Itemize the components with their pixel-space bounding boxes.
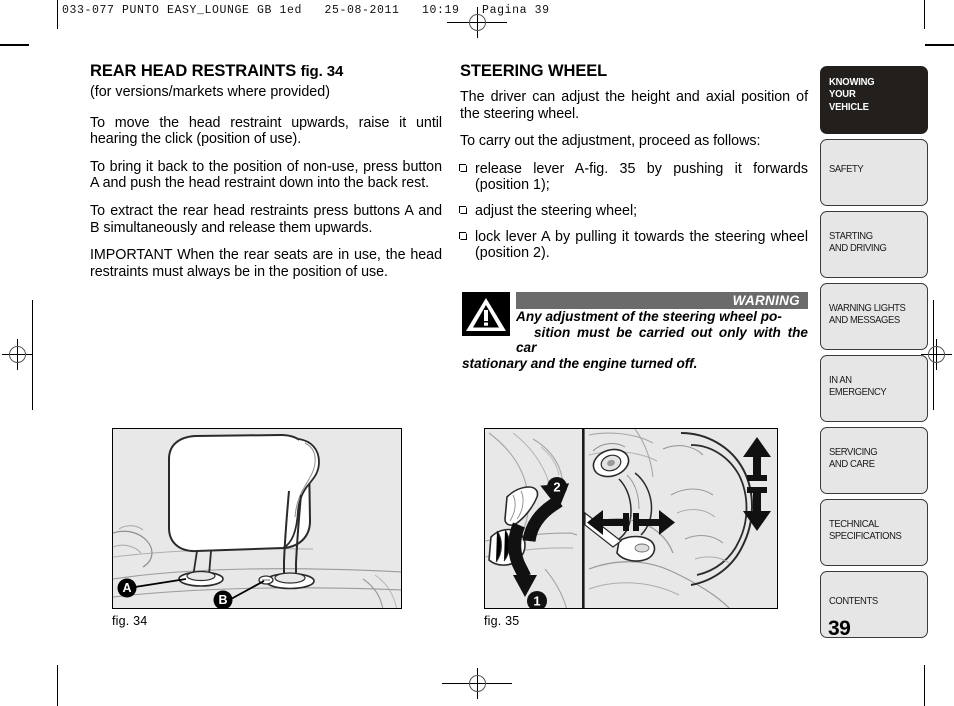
- rear-head-restraints-subtitle: (for versions/markets where provided): [90, 84, 330, 100]
- figure-35-caption: fig. 35: [484, 614, 520, 628]
- paragraph-driver-adjust: The driver can adjust the height and axi…: [460, 89, 808, 122]
- sidebar-item-knowing-your-vehicle[interactable]: KNOWING YOUR VEHICLE: [820, 66, 928, 134]
- warning-callout: WARNING Any adjustment of the steering w…: [462, 292, 808, 371]
- right-text-column: STEERING WHEEL The driver can adjust the…: [459, 62, 808, 271]
- rear-head-restraints-heading: REAR HEAD RESTRAINTS fig. 34: [90, 62, 442, 81]
- crop-mark-top-left-vertical: [57, 0, 59, 29]
- sidebar-item-label: CONTENTS: [829, 595, 878, 607]
- sidebar-item-technical-specifications[interactable]: TECHNICAL SPECIFICATIONS: [820, 499, 928, 566]
- list-item: lock lever A by pulling it towards the s…: [459, 228, 808, 262]
- sidebar-item-label: IN AN EMERGENCY: [829, 374, 887, 399]
- svg-text:B: B: [218, 593, 227, 607]
- paragraph-extract: To extract the rear head restraints pres…: [90, 202, 442, 236]
- figure-35: 2 1 fig. 35: [484, 428, 778, 628]
- warning-header-label: WARNING: [732, 293, 800, 308]
- sidebar-item-label: STARTING AND DRIVING: [829, 230, 887, 255]
- sidebar-item-warning-lights-and-messages[interactable]: WARNING LIGHTS AND MESSAGES: [820, 283, 928, 350]
- sidebar-item-safety[interactable]: SAFETY: [820, 139, 928, 206]
- list-item: adjust the steering wheel;: [459, 202, 808, 220]
- figure-35-image: 2 1: [484, 428, 778, 609]
- list-item: release lever A-fig. 35 by pushing it fo…: [459, 160, 808, 194]
- warning-header-bar: WARNING: [516, 292, 808, 309]
- heading-figure-reference: fig. 34: [300, 63, 344, 80]
- sidebar-item-starting-and-driving[interactable]: STARTING AND DRIVING: [820, 211, 928, 278]
- warning-text-line-3: stationary and the engine turned off.: [462, 355, 698, 371]
- heading-text: REAR HEAD RESTRAINTS: [90, 62, 297, 80]
- steering-adjustment-steps: release lever A-fig. 35 by pushing it fo…: [459, 160, 808, 262]
- page-number: 39: [828, 617, 851, 640]
- svg-text:2: 2: [553, 480, 560, 495]
- registration-mark-bottom: [442, 668, 512, 699]
- crop-mark-top-right-horizontal: [925, 44, 954, 46]
- sidebar-item-label: SAFETY: [829, 163, 864, 175]
- list-item-text: release lever A-fig. 35 by pushing it fo…: [475, 160, 808, 194]
- steering-wheel-heading: STEERING WHEEL: [460, 62, 608, 80]
- section-tabs-sidebar: KNOWING YOUR VEHICLE SAFETY STARTING AND…: [820, 66, 928, 643]
- list-item-text: adjust the steering wheel;: [475, 202, 638, 219]
- crop-mark-bottom-left-vertical: [57, 665, 59, 706]
- svg-text:A: A: [122, 581, 131, 595]
- figure-34: A B F0U0028m fig. 34: [112, 428, 402, 628]
- sidebar-item-label: TECHNICAL SPECIFICATIONS: [829, 518, 902, 543]
- registration-mark-left: [2, 339, 33, 370]
- figure-34-image: A B F0U0028m: [112, 428, 402, 609]
- svg-text:1: 1: [533, 594, 540, 609]
- left-text-column: REAR HEAD RESTRAINTS fig. 34 (for versio…: [90, 62, 442, 291]
- square-bullet-icon: [459, 206, 467, 214]
- print-header-strip: 033-077 PUNTO EASY_LOUNGE GB 1ed 25-08-2…: [62, 4, 550, 17]
- sidebar-item-label: WARNING LIGHTS AND MESSAGES: [829, 302, 906, 327]
- square-bullet-icon: [459, 231, 467, 240]
- list-item-text: lock lever A by pulling it towards the s…: [475, 228, 808, 262]
- crop-mark-top-left-horizontal: [0, 44, 29, 46]
- paragraph-carry-out: To carry out the adjustment, proceed as …: [460, 133, 761, 150]
- figure-34-caption: fig. 34: [112, 614, 148, 628]
- sidebar-item-label: SERVICING AND CARE: [829, 446, 878, 471]
- warning-text-line-1: Any adjustment of the steering wheel po-: [516, 309, 782, 324]
- crop-mark-bottom-right-vertical: [924, 665, 926, 706]
- sidebar-item-label: KNOWING YOUR VEHICLE: [829, 76, 875, 113]
- square-bullet-icon: [459, 164, 467, 172]
- sidebar-item-servicing-and-care[interactable]: SERVICING AND CARE: [820, 427, 928, 494]
- paragraph-move-upwards: To move the head restraint upwards, rais…: [90, 114, 442, 148]
- paragraph-important: IMPORTANT When the rear seats are in use…: [90, 247, 442, 280]
- warning-triangle-icon: [462, 292, 510, 336]
- paragraph-bring-back: To bring it back to the position of non-…: [90, 158, 442, 192]
- crop-mark-top-right-vertical: [924, 0, 926, 29]
- sidebar-item-in-an-emergency[interactable]: IN AN EMERGENCY: [820, 355, 928, 422]
- warning-text-line-2: sition must be carried out only with the…: [516, 324, 808, 356]
